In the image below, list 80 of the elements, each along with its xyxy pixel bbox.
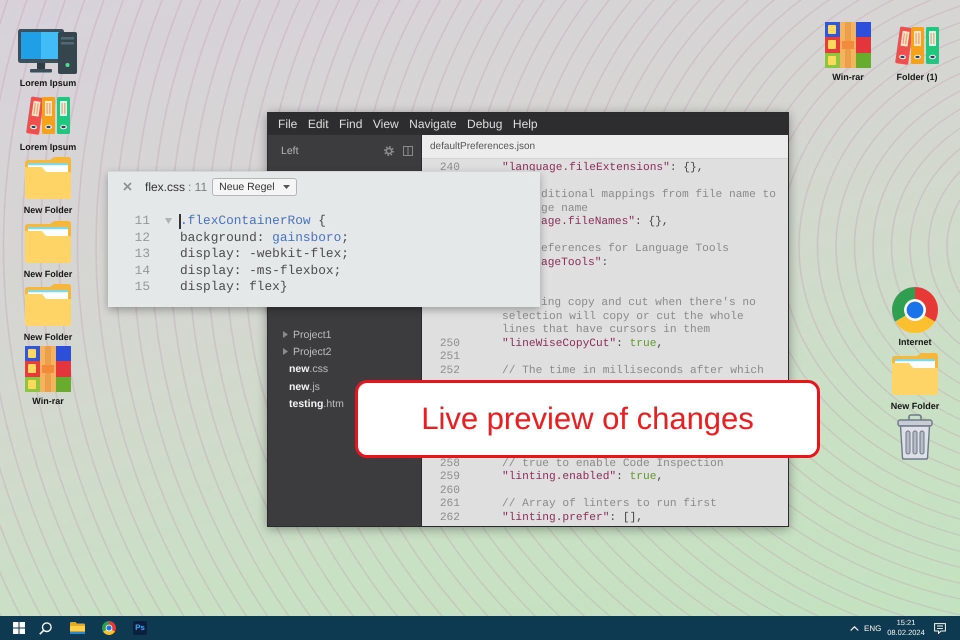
code-line: ge name [541, 202, 588, 216]
code-line: // The time in milliseconds after which [502, 364, 764, 378]
line-number: 251 [438, 351, 460, 364]
rule-dropdown[interactable]: Neue Regel [212, 178, 297, 196]
menu-item[interactable]: Debug [467, 117, 502, 131]
line-number: 250 [438, 338, 460, 351]
code-line: "linting.prefer": [], [502, 512, 643, 525]
icon-label: Win-rar [32, 396, 64, 406]
settings-icon[interactable] [384, 146, 394, 156]
code-line: display: -ms-flexbox; [180, 262, 342, 279]
line-number: 252 [438, 364, 460, 378]
menu-item[interactable]: Edit [308, 117, 329, 131]
code-line: age.fileNames": {}, [541, 216, 669, 230]
code-line: ageTools": [541, 256, 608, 270]
code-line: // true to enable Code Inspection [502, 458, 724, 470]
line-number: 240 [438, 162, 460, 176]
code-line: eferences for Language Tools [541, 243, 729, 256]
line-reference: : 11 [188, 180, 208, 194]
language-indicator[interactable]: ENG [864, 624, 881, 632]
line-number: 13 [134, 246, 150, 262]
search-icon[interactable] [38, 622, 52, 634]
icon-label: New Folder [890, 400, 940, 412]
icon-label: Folder (1) [896, 72, 938, 83]
code-line: lines that have cursors in them [502, 324, 710, 338]
line-number: 15 [134, 279, 150, 296]
tree-item[interactable]: new.css [289, 360, 328, 378]
menu-item[interactable]: File [278, 117, 298, 131]
file-tab[interactable]: defaultPreferences.json [430, 141, 536, 152]
caret-icon [282, 184, 290, 188]
archive-icon[interactable] [25, 346, 71, 392]
icon-label: Win-rar [832, 72, 864, 83]
icon-label: New Folder [24, 332, 72, 343]
menu-item[interactable]: Find [339, 117, 362, 131]
line-number: 11 [134, 213, 150, 230]
chevron-up-icon[interactable] [850, 626, 859, 630]
code-line: "language.fileExtensions": {}, [502, 162, 704, 176]
line-number: 258 [438, 458, 460, 471]
close-icon[interactable] [123, 182, 132, 191]
binders-icon[interactable] [894, 24, 940, 66]
binders-icon[interactable] [25, 94, 71, 136]
code-line: background: gainsboro; [180, 230, 349, 246]
callout-text: Live preview of changes [421, 401, 754, 437]
tree-item[interactable]: Project1 [283, 326, 332, 344]
code-line: // Array of linters to run first [502, 498, 717, 512]
line-number: 12 [134, 230, 150, 246]
trash-icon[interactable] [897, 414, 933, 460]
sidebar-title: Left [281, 145, 300, 157]
menu-item[interactable]: Help [512, 117, 538, 131]
code-line: ditional mappings from file name to [541, 189, 776, 202]
tree-item[interactable]: Project2 [283, 343, 332, 361]
computer-icon[interactable] [18, 28, 78, 74]
icon-label: Internet [898, 337, 932, 348]
code-line: display: -webkit-flex; [180, 246, 349, 262]
tree-item[interactable]: new.js [289, 378, 320, 396]
tree-item[interactable]: testing.htm [289, 395, 344, 412]
code-line: selection will copy or cut the whole [502, 310, 744, 324]
line-number: 14 [134, 262, 150, 279]
code-line: "linting.enabled": true, [502, 471, 664, 484]
line-number: 259 [438, 471, 460, 484]
line-number: 262 [438, 512, 460, 525]
menu-item[interactable]: Navigate [409, 117, 457, 131]
browser-icon[interactable] [102, 621, 116, 635]
icon-label: Lorem Ipsum [20, 78, 76, 89]
menu-item[interactable]: View [372, 117, 399, 131]
icon-label: Lorem Ipsum [20, 142, 76, 152]
code-line: "lineWiseCopyCut": true, [502, 338, 664, 351]
folder-icon[interactable] [70, 622, 84, 634]
app-button[interactable]: Ps [133, 621, 147, 635]
code-line: .flexContainerRow { [180, 213, 326, 230]
icon-label: New Folder [24, 268, 72, 280]
start-icon[interactable] [13, 622, 25, 634]
file-name: flex.css [145, 180, 186, 194]
icon-label: New Folder [24, 205, 72, 216]
archive-icon[interactable] [825, 22, 871, 68]
split-view-icon[interactable] [403, 146, 413, 156]
code-line: ing copy and cut when there's no [541, 297, 756, 310]
code-line: display: flex} [180, 279, 288, 296]
notification-icon[interactable] [934, 622, 946, 634]
line-number: 261 [438, 498, 460, 512]
line-number: 260 [438, 484, 460, 498]
